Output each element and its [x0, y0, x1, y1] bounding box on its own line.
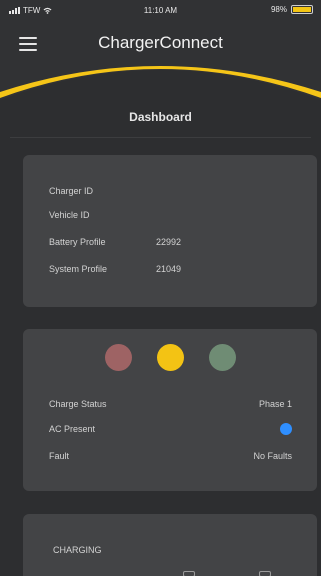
status-lights	[23, 344, 317, 371]
charging-toggle[interactable]	[259, 571, 271, 576]
status-row-charge-status: Charge Status Phase 1	[49, 399, 292, 409]
complete-light-indicator	[208, 344, 236, 371]
status-label: Fault	[49, 451, 70, 461]
status-row-fault: Fault No Faults	[49, 451, 292, 461]
info-row-battery-profile: Battery Profile 22992	[49, 237, 181, 247]
info-row-system-profile: System Profile 21049	[49, 264, 181, 274]
info-row-charger-id: Charger ID	[49, 186, 93, 196]
status-value: Phase 1	[258, 399, 292, 409]
info-value: 22992	[156, 237, 182, 247]
battery-percent: 98%	[270, 5, 287, 14]
status-label: AC Present	[49, 424, 96, 434]
info-label: Battery Profile	[49, 237, 106, 247]
status-value: No Faults	[253, 451, 292, 461]
dashboard-title: Dashboard	[129, 110, 192, 124]
fault-light-indicator	[104, 344, 132, 371]
charging-title: CHARGING	[53, 545, 102, 555]
header-swoosh	[0, 66, 321, 110]
info-row-vehicle-id: Vehicle ID	[49, 210, 90, 220]
status-bar: TFW 11:10 AM 98%	[0, 0, 321, 20]
info-value: 21049	[156, 264, 182, 274]
divider	[10, 137, 311, 138]
battery-icon	[291, 5, 313, 14]
info-label: Vehicle ID	[49, 210, 90, 220]
status-label: Charge Status	[49, 399, 107, 409]
battery-info: 98%	[271, 5, 313, 14]
charge-status-card: Charge Status Phase 1 AC Present Fault N…	[23, 329, 317, 491]
app-header: TFW 11:10 AM 98% ChargerConnect	[0, 0, 321, 110]
status-row-ac-present: AC Present	[49, 423, 292, 435]
info-label: Charger ID	[49, 186, 94, 196]
app-title: ChargerConnect	[98, 33, 223, 52]
info-label: System Profile	[49, 264, 108, 274]
charging-toggle[interactable]	[183, 571, 195, 576]
charging-light-indicator	[156, 344, 184, 371]
charger-info-card: Charger ID Vehicle ID Battery Profile 22…	[23, 155, 317, 307]
ac-present-indicator	[280, 423, 292, 435]
charging-card: CHARGING	[23, 514, 317, 576]
